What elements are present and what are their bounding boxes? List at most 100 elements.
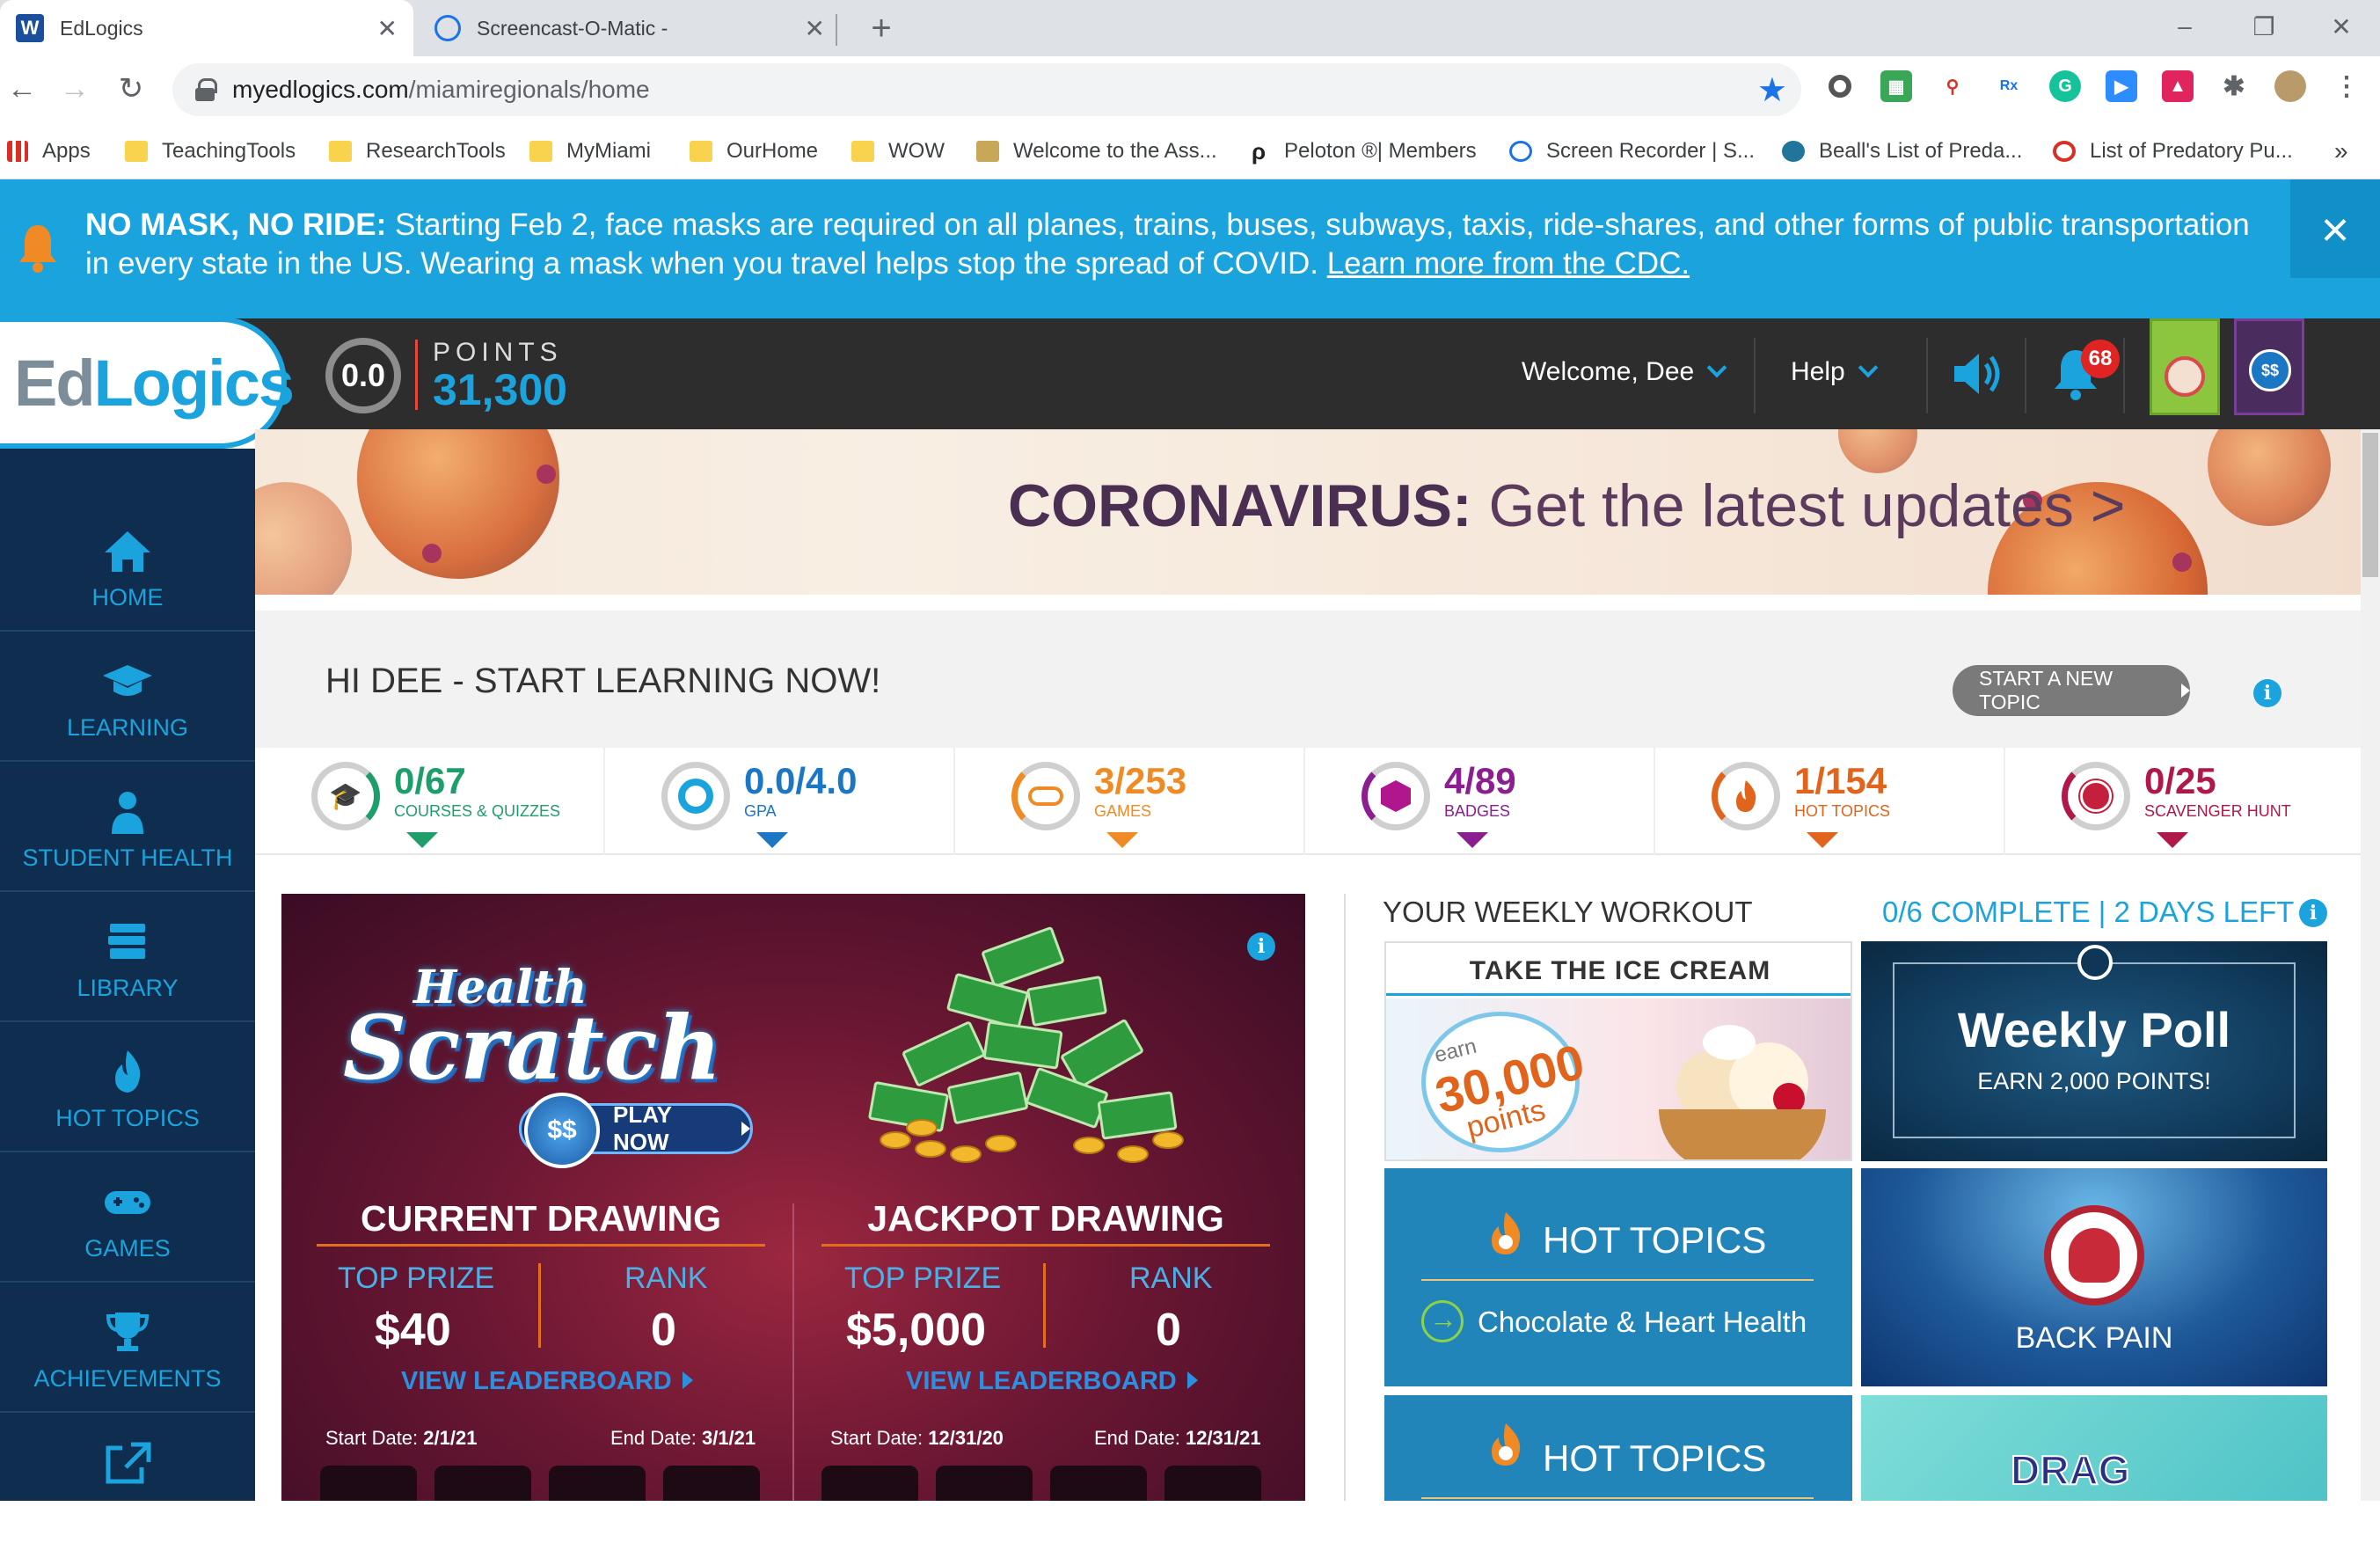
sidebar-item-achievements[interactable]: ACHIEVEMENTS <box>0 1283 255 1413</box>
tab-screencast[interactable]: Screencast-O-Matic - ✕ <box>419 0 841 56</box>
info-icon[interactable]: i <box>2253 679 2281 707</box>
start-new-topic-button[interactable]: START A NEW TOPIC <box>1953 665 2190 716</box>
info-icon[interactable]: i <box>2299 899 2327 927</box>
back-button[interactable]: ← <box>0 67 44 111</box>
browser-menu-icon[interactable]: ⋮ <box>2331 70 2362 102</box>
virus-illustration <box>1838 429 1917 473</box>
browser-chrome: W EdLogics ✕ Screencast-O-Matic - ✕ + – … <box>0 0 2380 179</box>
grammarly-icon[interactable]: G <box>2049 70 2081 102</box>
tab-strip: W EdLogics ✕ Screencast-O-Matic - ✕ + – … <box>0 0 2380 56</box>
sidebar-item-learning[interactable]: LEARNING <box>0 632 255 762</box>
sidebar-item-external[interactable] <box>0 1413 255 1543</box>
stat-badges[interactable]: 4/89 BADGES <box>1305 748 1655 855</box>
rewards-avatar-button[interactable]: $$ <box>2234 318 2304 415</box>
more-bookmarks-button[interactable]: » <box>2334 134 2348 169</box>
info-icon[interactable]: i <box>1247 932 1275 961</box>
bookmark-predatory[interactable]: List of Predatory Pu... <box>2053 134 2293 169</box>
hot-topics-card[interactable]: HOT TOPICS <box>1384 1395 1852 1501</box>
close-tab-icon[interactable]: ✕ <box>377 14 398 43</box>
bookmark-ourhome[interactable]: OurHome <box>690 134 818 169</box>
scrollbar-thumb[interactable] <box>2362 433 2378 577</box>
extensions-puzzle-icon[interactable]: ✱ <box>2218 70 2250 102</box>
extension-tools-icon[interactable]: ⚲ <box>1937 70 1968 102</box>
welcome-menu[interactable]: Welcome, Dee <box>1522 357 1727 387</box>
bookmark-bealls[interactable]: Beall's List of Preda... <box>1782 134 2022 169</box>
sidebar-item-library[interactable]: LIBRARY <box>0 892 255 1022</box>
virus-spike <box>422 544 442 563</box>
back-pain-card[interactable]: BACK PAIN <box>1861 1168 2327 1386</box>
top-prize-label: TOP PRIZE <box>844 1261 1002 1295</box>
sidebar-item-games[interactable]: GAMES <box>0 1152 255 1283</box>
header-divider <box>1754 338 1756 413</box>
extension-red-icon[interactable]: ▲ <box>2162 70 2194 102</box>
close-tab-icon[interactable]: ✕ <box>805 14 825 43</box>
zoom-extension-icon[interactable]: ▶ <box>2106 70 2137 102</box>
bookmark-welcome[interactable]: Welcome to the Ass... <box>976 134 1217 169</box>
coronavirus-banner[interactable]: CORONAVIRUS: Get the latest updates > <box>255 429 2361 595</box>
bookmark-peloton[interactable]: ρ Peloton ®| Members <box>1247 134 1477 169</box>
new-tab-button[interactable]: + <box>860 7 902 49</box>
cdc-link[interactable]: Learn more from the CDC. <box>1327 246 1690 281</box>
stat-courses[interactable]: 🎓 0/67 COURSES & QUIZZES <box>255 748 605 855</box>
bookmark-wow[interactable]: WOW <box>851 134 945 169</box>
expand-arrow-icon[interactable] <box>406 832 438 848</box>
coin-icon: $$ <box>2249 349 2291 391</box>
bookmark-teachingtools[interactable]: TeachingTools <box>125 134 296 169</box>
top-prize-value: $5,000 <box>846 1305 987 1356</box>
virus-spike <box>2172 552 2192 572</box>
hot-topics-card[interactable]: HOT TOPICS Chocolate & Heart Health <box>1384 1168 1852 1386</box>
extension-rx-icon[interactable]: Rx <box>1993 70 2025 102</box>
end-date-value: 3/1/21 <box>701 1427 756 1449</box>
countdown-box <box>936 1466 1033 1501</box>
hot-topics-title: HOT TOPICS <box>1543 1219 1767 1261</box>
leaderboard-label: VIEW LEADERBOARD <box>906 1367 1177 1395</box>
stat-scavenger-hunt[interactable]: 0/25 SCAVENGER HUNT <box>2005 748 2355 855</box>
gpa-indicator: 0.0 <box>325 338 401 413</box>
help-menu[interactable]: Help <box>1791 357 1879 387</box>
edlogics-logo[interactable]: Ed Logics <box>0 317 295 449</box>
sidebar-item-home[interactable]: HOME <box>0 501 255 632</box>
stat-gpa[interactable]: 0.0/4.0 GPA <box>605 748 955 855</box>
expand-arrow-icon[interactable] <box>1807 832 1838 848</box>
ice-cream-challenge-card[interactable]: TAKE THE ICE CREAM CHALLENGE earn 30,000… <box>1384 941 1852 1161</box>
address-bar[interactable]: myedlogics.com/miamiregionals/home ★ <box>172 63 1801 116</box>
bookmark-apps[interactable]: Apps <box>7 134 91 169</box>
restore-button[interactable]: ❐ <box>2238 5 2290 48</box>
bookmark-mymiami[interactable]: MyMiami <box>529 134 651 169</box>
speaker-icon[interactable] <box>1951 347 2004 401</box>
logo-ed: Ed <box>14 346 96 420</box>
bookmark-label: Screen Recorder | S... <box>1546 139 1755 163</box>
drag-and-drop-card[interactable]: DRAG <box>1861 1395 2327 1501</box>
card-title: TAKE THE ICE CREAM CHALLENGE <box>1386 943 1851 1042</box>
profile-avatar[interactable] <box>2274 70 2306 102</box>
reload-button[interactable]: ↻ <box>109 67 153 111</box>
expand-arrow-icon[interactable] <box>1106 832 1138 848</box>
folder-icon <box>851 141 874 162</box>
bookmark-star-icon[interactable]: ★ <box>1757 70 1787 110</box>
weekly-poll-card[interactable]: Weekly Poll EARN 2,000 POINTS! <box>1861 941 2327 1161</box>
view-leaderboard-link[interactable]: VIEW LEADERBOARD <box>401 1367 693 1396</box>
expand-arrow-icon[interactable] <box>2157 832 2188 848</box>
tab-edlogics[interactable]: W EdLogics ✕ <box>0 0 413 56</box>
sidebar-item-student-health[interactable]: STUDENT HEALTH <box>0 762 255 892</box>
expand-arrow-icon[interactable] <box>756 832 788 848</box>
extension-green-icon[interactable]: ▦ <box>1880 70 1912 102</box>
bookmark-researchtools[interactable]: ResearchTools <box>329 134 506 169</box>
stat-hot-topics[interactable]: 1/154 HOT TOPICS <box>1655 748 2005 855</box>
url-text: myedlogics.com/miamiregionals/home <box>232 76 650 104</box>
minimize-button[interactable]: – <box>2158 5 2211 48</box>
health-avatar-button[interactable] <box>2150 318 2220 415</box>
page-scrollbar[interactable] <box>2361 429 2380 1501</box>
forward-button[interactable]: → <box>53 67 97 111</box>
bookmark-screen-recorder[interactable]: Screen Recorder | S... <box>1509 134 1755 169</box>
play-arrow-icon <box>682 1371 693 1389</box>
sidebar-item-hot-topics[interactable]: HOT TOPICS <box>0 1022 255 1152</box>
extension-circle-icon[interactable] <box>1824 70 1856 102</box>
start-date-value: 12/31/20 <box>928 1427 1004 1449</box>
url-path: /miamiregionals/home <box>408 76 650 103</box>
close-alert-button[interactable]: × <box>2290 179 2380 278</box>
view-leaderboard-link[interactable]: VIEW LEADERBOARD <box>906 1367 1198 1396</box>
expand-arrow-icon[interactable] <box>1456 832 1488 848</box>
close-window-button[interactable]: ✕ <box>2315 5 2368 48</box>
stat-games[interactable]: 3/253 GAMES <box>955 748 1305 855</box>
